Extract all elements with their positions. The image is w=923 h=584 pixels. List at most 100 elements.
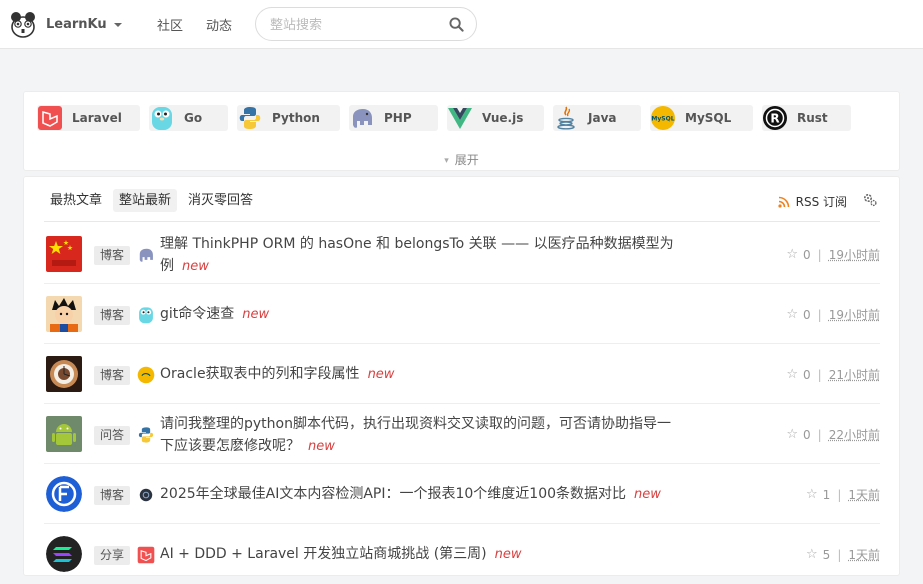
php-elephant-icon [139, 248, 153, 262]
avatar[interactable] [46, 476, 82, 512]
title-line: 请问我整理的python脚本代码，执行出现资料交叉读取的问题，可否请协助指导一 [160, 416, 671, 432]
article-title[interactable]: 请问我整理的python脚本代码，执行出现资料交叉读取的问题，可否请协助指导一 … [160, 413, 671, 458]
tab-zero-replies[interactable]: 消灭零回答 [182, 189, 259, 212]
article-meta: ☆ 5 | 1天前 [806, 546, 880, 563]
tab-site-latest[interactable]: 整站最新 [113, 189, 178, 212]
star-icon: ☆ [806, 547, 818, 562]
separator: | [817, 427, 822, 442]
expand-label: 展开 [454, 153, 479, 167]
timestamp[interactable]: 1天前 [848, 546, 880, 563]
search-icon[interactable] [449, 17, 464, 32]
title-line: 2025年全球最佳AI文本内容检测API：一个报表10个维度近100条数据对比 [160, 486, 627, 502]
category-go[interactable]: Go [149, 105, 228, 131]
chevron-down-icon[interactable] [112, 19, 124, 31]
avatar[interactable] [46, 236, 82, 272]
timestamp[interactable]: 1天前 [848, 486, 880, 503]
article-list-panel: 最热文章 整站最新 消灭零回答 RSS 订阅 博客 理解 ThinkPHP OR… [23, 176, 900, 576]
article-row[interactable]: 博客 Oracle获取表中的列和字段属性 new ☆ 0 | 21小时前 [44, 344, 880, 404]
article-title[interactable]: AI + DDD + Laravel 开发独立站商城挑战 (第三周) new [160, 543, 522, 566]
timestamp[interactable]: 21小时前 [829, 366, 880, 383]
timestamp[interactable]: 22小时前 [829, 426, 880, 443]
avatar[interactable] [46, 416, 82, 452]
expand-toggle[interactable]: ▾ 展开 [24, 151, 899, 168]
title-line: git命令速查 [160, 306, 235, 322]
title-line: 例 [160, 258, 174, 274]
category-php[interactable]: PHP [349, 105, 438, 131]
brand-name: LearnKu [46, 16, 107, 32]
avatar[interactable] [46, 536, 82, 572]
gears-icon[interactable] [863, 193, 877, 207]
title-line: AI + DDD + Laravel 开发独立站商城挑战 (第三周) [160, 546, 487, 562]
category-laravel[interactable]: Laravel [37, 105, 140, 131]
go-gopher-icon [149, 105, 175, 131]
category-label: Rust [797, 111, 828, 125]
article-meta: ☆ 0 | 19小时前 [786, 246, 880, 263]
title-line: Oracle获取表中的列和字段属性 [160, 366, 360, 382]
new-badge: new [634, 487, 661, 502]
avatar[interactable] [46, 296, 82, 332]
article-meta: ☆ 0 | 19小时前 [786, 306, 880, 323]
avatar[interactable] [46, 356, 82, 392]
new-badge: new [494, 547, 522, 562]
new-badge: new [242, 307, 270, 322]
category-vuejs[interactable]: Vue.js [447, 105, 544, 131]
category-mysql[interactable]: MySQL MySQL [650, 105, 753, 131]
nav-link-activity[interactable]: 动态 [206, 15, 232, 34]
svg-text:R: R [770, 112, 779, 126]
new-badge: new [182, 259, 209, 274]
title-line: 下应该要怎麽修改呢？ [160, 438, 300, 454]
article-row[interactable]: 博客 git命令速查 new ☆ 0 | 19小时前 [44, 284, 880, 344]
rust-icon: R [762, 105, 788, 131]
category-label: Java [588, 111, 617, 125]
python-icon [138, 427, 154, 443]
divider [44, 221, 880, 222]
search-box [255, 7, 477, 41]
category-label: Vue.js [482, 111, 524, 125]
vote-count: 0 [803, 367, 811, 382]
java-icon [553, 105, 579, 131]
laravel-icon [137, 546, 155, 564]
nav-link-community[interactable]: 社区 [157, 15, 183, 34]
list-tabs: 最热文章 整站最新 消灭零回答 [44, 189, 264, 212]
python-icon [237, 105, 263, 131]
separator: | [817, 247, 822, 262]
mysql-icon: MySQL [650, 105, 676, 131]
vote-count: 0 [803, 427, 811, 442]
article-title[interactable]: 2025年全球最佳AI文本内容检测API：一个报表10个维度近100条数据对比 n… [160, 483, 661, 506]
mysql-icon [137, 366, 155, 384]
article-row[interactable]: 问答 请问我整理的python脚本代码，执行出现资料交叉读取的问题，可否请协助指… [44, 404, 880, 464]
rss-subscribe-link[interactable]: RSS 订阅 [778, 193, 847, 210]
title-line: 理解 ThinkPHP ORM 的 hasOne 和 belongsTo 关联 … [160, 236, 674, 252]
category-rust[interactable]: R Rust [762, 105, 851, 131]
article-row[interactable]: 分享 AI + DDD + Laravel 开发独立站商城挑战 (第三周) new… [44, 524, 880, 584]
article-row[interactable]: 博客 2025年全球最佳AI文本内容检测API：一个报表10个维度近100条数据… [44, 464, 880, 524]
top-navbar: LearnKu 社区 动态 [0, 0, 923, 49]
tab-hot-articles[interactable]: 最热文章 [44, 189, 108, 212]
article-row[interactable]: 博客 理解 ThinkPHP ORM 的 hasOne 和 belongsTo … [44, 224, 880, 284]
post-type-badge: 分享 [94, 546, 131, 565]
timestamp[interactable]: 19小时前 [829, 306, 880, 323]
post-type-badge: 博客 [94, 246, 131, 265]
category-java[interactable]: Java [553, 105, 641, 131]
article-title[interactable]: 理解 ThinkPHP ORM 的 hasOne 和 belongsTo 关联 … [160, 233, 674, 278]
brand-logo[interactable]: LearnKu [8, 9, 107, 39]
post-type-badge: 博客 [94, 366, 131, 385]
vote-count: 5 [822, 547, 831, 562]
star-icon: ☆ [786, 247, 799, 262]
dark-circle-icon [139, 488, 153, 502]
category-panel: Laravel Go Python PHP Vue.js Java MySQL … [23, 91, 900, 171]
new-badge: new [308, 439, 335, 454]
rss-icon [778, 196, 789, 208]
vote-count: 0 [803, 307, 811, 322]
separator: | [837, 487, 842, 502]
search-input[interactable] [270, 15, 440, 35]
category-list: Laravel Go Python PHP Vue.js Java MySQL … [37, 105, 860, 131]
timestamp[interactable]: 19小时前 [829, 246, 880, 263]
separator: | [817, 307, 822, 322]
star-icon: ☆ [786, 367, 799, 382]
article-title[interactable]: Oracle获取表中的列和字段属性 new [160, 363, 394, 386]
go-gopher-icon [139, 307, 153, 324]
category-python[interactable]: Python [237, 105, 340, 131]
laravel-icon [37, 105, 63, 131]
article-title[interactable]: git命令速查 new [160, 303, 269, 326]
